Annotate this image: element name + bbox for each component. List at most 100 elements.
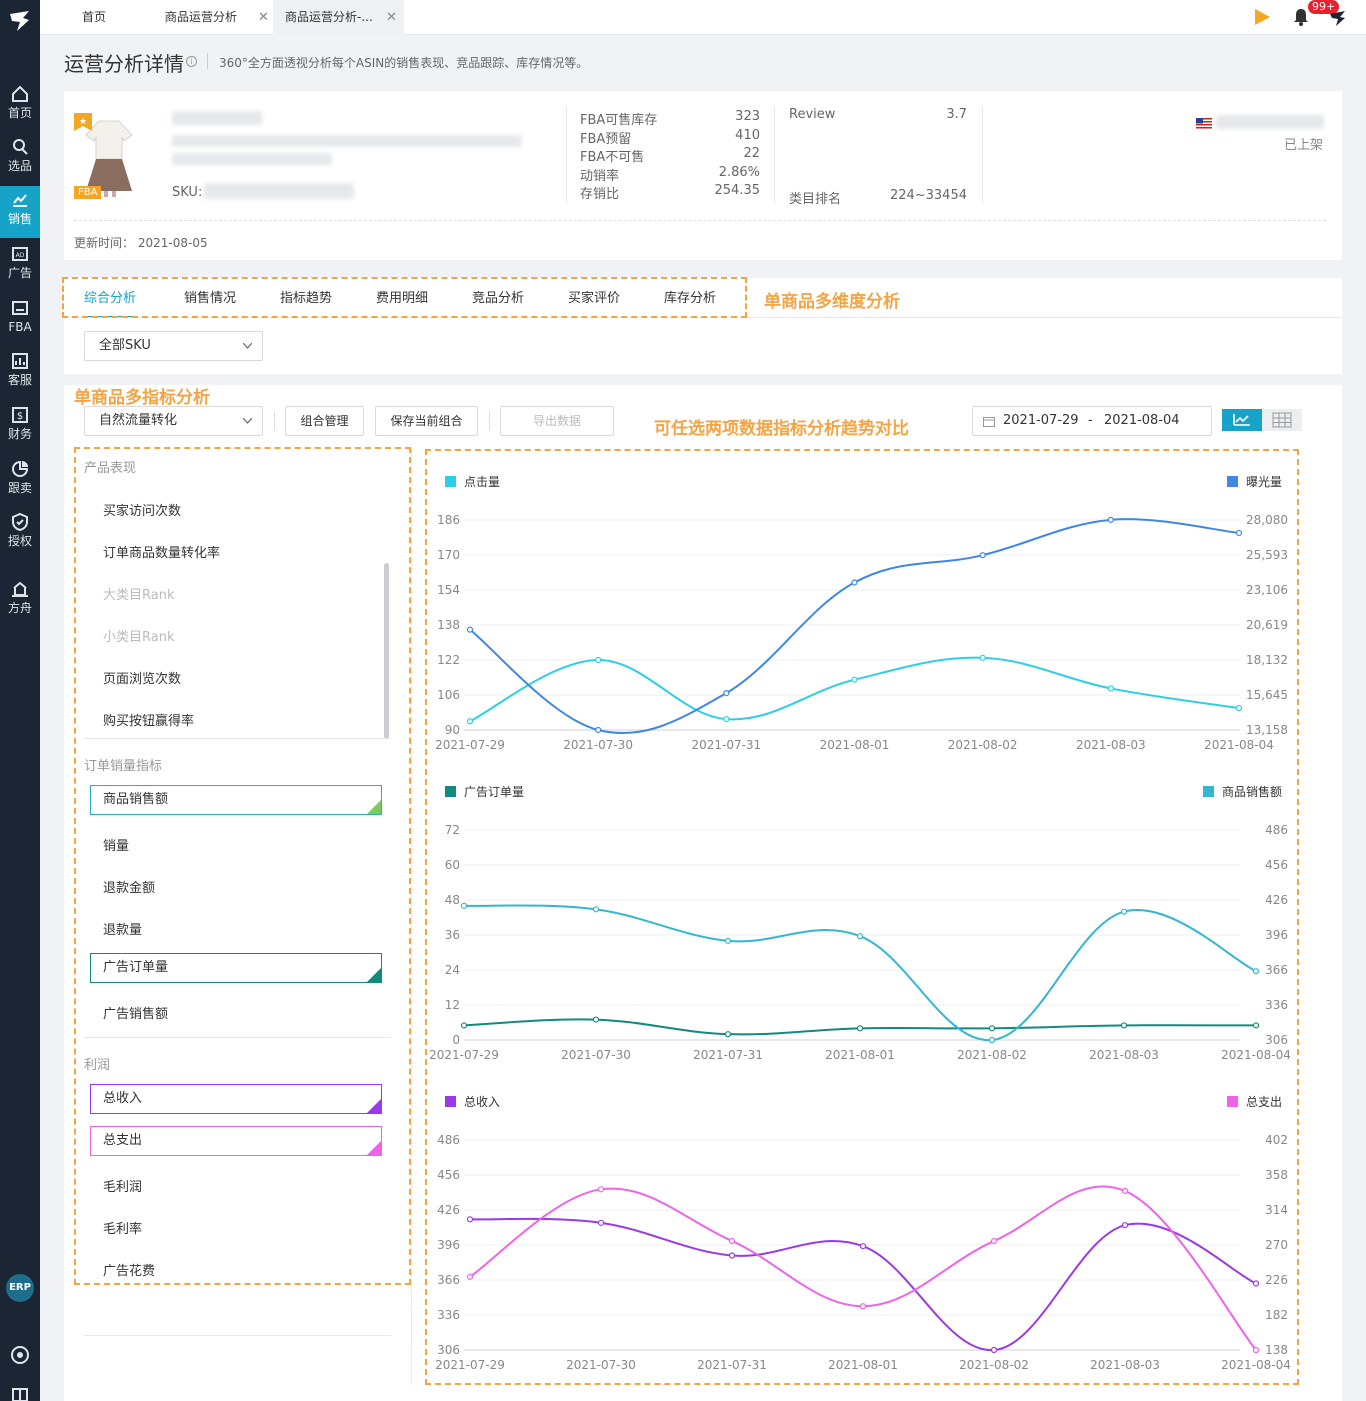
data-point[interactable] xyxy=(851,579,858,586)
data-point[interactable] xyxy=(859,1243,867,1250)
legend-item[interactable]: 点击量 xyxy=(445,475,500,489)
sidebar-item-label: 广告 xyxy=(7,266,32,280)
data-point[interactable] xyxy=(1235,705,1243,712)
data-point[interactable] xyxy=(728,1237,736,1245)
help-icon[interactable] xyxy=(10,1345,30,1365)
data-point[interactable] xyxy=(1107,685,1114,692)
data-point[interactable] xyxy=(1252,1022,1260,1029)
data-point[interactable] xyxy=(988,1025,996,1032)
tab-product-analysis[interactable]: 商品运营分析 xyxy=(153,0,263,35)
y-right-tick-label: 182 xyxy=(1265,1308,1288,1322)
data-point[interactable] xyxy=(592,1016,600,1023)
erp-button[interactable]: ERP xyxy=(6,1274,34,1302)
data-point[interactable] xyxy=(466,1273,474,1280)
sidebar-item-2[interactable]: 销售 xyxy=(0,186,40,238)
annotation-metrics: 单商品多指标分析 xyxy=(74,388,210,408)
legend-item[interactable]: 广告订单量 xyxy=(445,785,524,799)
line-chart-profit[interactable]: 306 336 366 396 426 456 486 138 182 226 270 314 358 4… xyxy=(430,1080,1300,1390)
legend-swatch xyxy=(445,786,456,797)
data-point[interactable] xyxy=(990,1346,998,1354)
y-right-tick-label: 28,080 xyxy=(1246,513,1288,527)
y-left-tick-label: 426 xyxy=(437,1203,460,1217)
close-icon[interactable]: ✕ xyxy=(386,0,397,35)
app-logo[interactable] xyxy=(7,8,33,34)
legend-item[interactable]: 曝光量 xyxy=(1227,475,1282,489)
data-point[interactable] xyxy=(859,1303,867,1310)
data-point[interactable] xyxy=(597,1186,605,1193)
sidebar-item-label: 客服 xyxy=(7,373,32,387)
y-left-tick-label: 12 xyxy=(445,998,460,1012)
data-point[interactable] xyxy=(723,715,730,723)
data-point[interactable] xyxy=(1120,908,1128,915)
sidebar-item-7[interactable]: 跟卖 xyxy=(0,455,40,507)
export-data-button[interactable]: 导出数据 xyxy=(500,406,614,436)
data-point[interactable] xyxy=(728,1252,736,1259)
top-tab-bar: 首页 商品运营分析 ✕ 商品运营分析-... ✕ 99+ xyxy=(40,0,1366,35)
data-point[interactable] xyxy=(856,1025,864,1032)
gift-icon[interactable] xyxy=(10,1385,30,1401)
data-point[interactable] xyxy=(724,1031,732,1038)
sku-select[interactable]: 全部SKU xyxy=(84,331,263,361)
data-point[interactable] xyxy=(990,1237,998,1245)
data-point[interactable] xyxy=(592,906,600,913)
sidebar-item-9[interactable]: 方舟 xyxy=(0,575,40,627)
x-tick-label: 2021-07-31 xyxy=(693,1048,763,1062)
chevron-down-icon xyxy=(243,418,252,424)
date-range-picker[interactable]: 2021-07-29 - 2021-08-04 xyxy=(972,406,1212,436)
legend-swatch xyxy=(445,476,456,487)
legend-item[interactable]: 总支出 xyxy=(1227,1095,1282,1109)
y-left-tick-label: 366 xyxy=(437,1273,460,1287)
data-point[interactable] xyxy=(460,1022,468,1029)
data-point[interactable] xyxy=(1121,1187,1129,1195)
line-chart-view-icon[interactable] xyxy=(1222,409,1262,431)
data-point[interactable] xyxy=(460,902,468,909)
data-point[interactable] xyxy=(1252,1280,1260,1287)
data-point[interactable] xyxy=(1252,968,1260,975)
sidebar-item-4[interactable]: FBA xyxy=(0,294,40,346)
data-point[interactable] xyxy=(851,676,858,683)
line-chart-traffic[interactable]: 90 106 122 138 154 170 186 13,158 15,645 18,132 20… xyxy=(430,460,1300,770)
sidebar-item-8[interactable]: 授权 xyxy=(0,508,40,560)
legend-item[interactable]: 商品销售额 xyxy=(1203,784,1282,799)
stat-label: 动销率 xyxy=(580,169,620,184)
data-point[interactable] xyxy=(595,726,602,734)
user-avatar-icon[interactable] xyxy=(1328,7,1348,27)
data-point[interactable] xyxy=(724,937,732,944)
combo-manage-button[interactable]: 组合管理 xyxy=(285,406,364,436)
legend-item[interactable]: 总收入 xyxy=(445,1095,500,1109)
data-point[interactable] xyxy=(1107,516,1114,523)
bell-icon[interactable] xyxy=(1291,7,1311,27)
close-icon[interactable]: ✕ xyxy=(258,0,269,35)
combo-select[interactable]: 自然流量转化 xyxy=(84,406,263,436)
data-point[interactable] xyxy=(1121,1222,1129,1229)
data-point[interactable] xyxy=(979,654,986,661)
sidebar-item-6[interactable]: $ 财务 xyxy=(0,401,40,453)
flag-icon[interactable] xyxy=(1252,7,1272,27)
data-point[interactable] xyxy=(595,656,602,664)
data-point[interactable] xyxy=(723,690,730,697)
sidebar-item-5[interactable]: 客服 xyxy=(0,347,40,399)
data-point[interactable] xyxy=(466,1216,474,1223)
data-point[interactable] xyxy=(1235,529,1243,537)
store-name-redacted xyxy=(1216,115,1324,129)
y-right-tick-label: 306 xyxy=(1265,1033,1288,1047)
sidebar-item-3[interactable]: AD 广告 xyxy=(0,240,40,292)
save-combo-button[interactable]: 保存当前组合 xyxy=(375,406,478,436)
sidebar-item-0[interactable]: 首页 xyxy=(0,80,40,132)
data-point[interactable] xyxy=(979,552,986,559)
info-icon[interactable]: i xyxy=(186,56,197,67)
data-point[interactable] xyxy=(597,1219,605,1226)
sidebar-item-1[interactable]: 选品 xyxy=(0,133,40,185)
table-view-icon[interactable] xyxy=(1262,409,1302,431)
annotation-box xyxy=(62,277,747,318)
y-right-tick-label: 138 xyxy=(1265,1343,1288,1357)
tab-product-analysis-detail[interactable]: 商品运营分析-... xyxy=(273,0,404,35)
data-point[interactable] xyxy=(466,718,474,725)
data-point[interactable] xyxy=(1120,1022,1128,1029)
data-point[interactable] xyxy=(1252,1346,1260,1354)
data-point[interactable] xyxy=(466,626,474,633)
line-chart-orders[interactable]: 0 12 24 36 48 60 72 306 336 366 396 426 456 486 2021-0… xyxy=(430,770,1300,1080)
data-point[interactable] xyxy=(856,933,864,940)
data-point[interactable] xyxy=(988,1036,996,1044)
tab-home[interactable]: 首页 xyxy=(70,0,118,35)
